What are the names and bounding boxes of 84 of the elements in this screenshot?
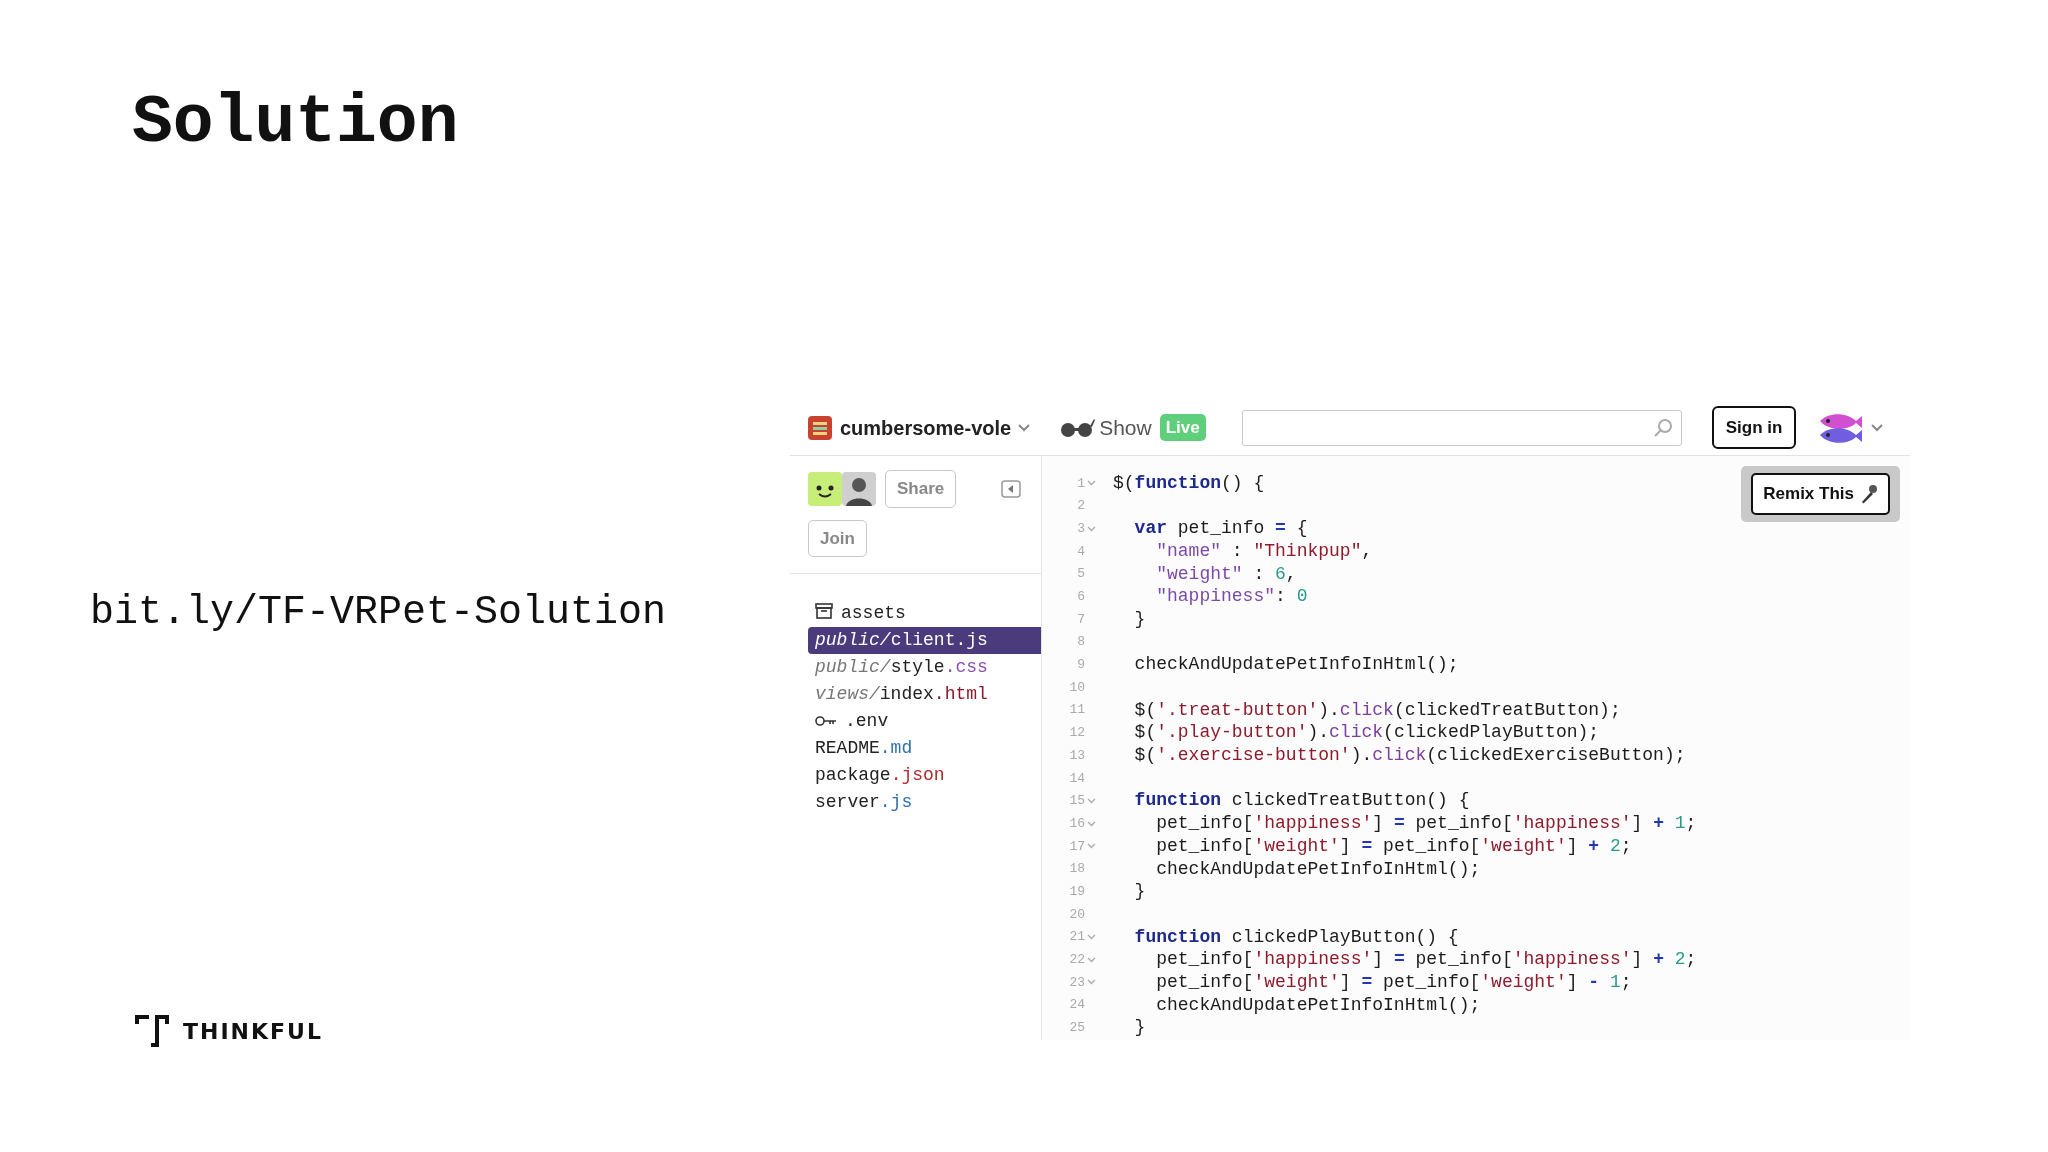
key-icon [815, 715, 837, 727]
code-line: } [1133, 1016, 1146, 1040]
share-button[interactable]: Share [885, 470, 957, 508]
fold-icon[interactable] [1087, 979, 1096, 986]
code-line: } [1133, 880, 1146, 904]
show-label[interactable]: Show [1099, 411, 1152, 444]
fold-icon[interactable] [1087, 843, 1096, 850]
file-item[interactable]: views/index.html [808, 681, 1041, 708]
collapse-icon[interactable] [1001, 479, 1021, 498]
code-line: $(function() { [1113, 471, 1265, 495]
search-field[interactable] [1241, 409, 1682, 446]
line-number: 16 [1068, 814, 1085, 833]
code-line: function clickedPlayButton() { [1133, 925, 1459, 949]
logo-icon [133, 1012, 171, 1050]
line-number: 19 [1068, 882, 1085, 901]
code-line: "name" : "Thinkpup", [1155, 539, 1373, 563]
fold-icon[interactable] [1087, 480, 1096, 487]
line-number: 20 [1068, 905, 1085, 924]
file-item[interactable]: server.js [808, 789, 1041, 816]
line-number: 15 [1068, 792, 1085, 811]
line-number: 18 [1068, 860, 1085, 879]
line-number: 5 [1076, 565, 1085, 584]
brand-name: THINKFUL [183, 1017, 323, 1046]
line-number: 11 [1068, 701, 1085, 720]
file-item[interactable]: public/style.css [808, 654, 1041, 681]
code-line: pet_info['happiness'] = pet_info['happiness'] + 2; [1155, 948, 1697, 972]
remix-button[interactable]: Remix This [1751, 473, 1890, 515]
code-line: checkAndUpdatePetInfoInHtml(); [1155, 993, 1481, 1017]
line-number: 1 [1076, 474, 1085, 493]
project-name[interactable]: cumbersome-vole [840, 412, 1012, 443]
code-line: $('.exercise-button').click(clickedExerciseButton); [1133, 744, 1686, 768]
code-line: pet_info['weight'] = pet_info['weight'] + 2; [1155, 834, 1632, 858]
microphone-icon [1860, 483, 1878, 504]
file-item[interactable]: package.json [808, 762, 1041, 789]
chevron-icon[interactable] [1870, 422, 1885, 433]
file-item[interactable]: assets [808, 600, 1041, 627]
code-line: $('.play-button').click(clickedPlayButton); [1133, 721, 1600, 745]
user-avatar-icon [842, 471, 876, 506]
fold-icon[interactable] [1087, 525, 1096, 532]
code-line: "happiness": 0 [1155, 585, 1308, 609]
avatar-icon [808, 471, 842, 506]
line-number: 17 [1068, 837, 1085, 856]
line-number: 14 [1068, 769, 1085, 788]
line-number: 23 [1068, 973, 1085, 992]
line-number: 24 [1068, 996, 1085, 1015]
fold-icon[interactable] [1087, 820, 1096, 827]
code-line: pet_info['weight'] = pet_info['weight'] - 1; [1155, 970, 1632, 994]
line-number: 2 [1076, 497, 1085, 516]
file-item[interactable]: README.md [808, 735, 1041, 762]
line-number: 21 [1068, 928, 1085, 947]
file-item[interactable]: public/client.js [808, 627, 1041, 654]
code-line: $('.treat-button').click(clickedTreatButton); [1133, 698, 1621, 722]
line-number: 13 [1068, 746, 1085, 765]
line-number: 10 [1068, 678, 1085, 697]
line-number: 7 [1076, 610, 1085, 629]
fold-icon[interactable] [1087, 797, 1096, 804]
line-number: 22 [1068, 951, 1085, 970]
code-line: pet_info['happiness'] = pet_info['happiness'] + 1; [1155, 812, 1697, 836]
live-badge: Live [1159, 413, 1206, 442]
line-number: 4 [1076, 542, 1085, 561]
code-line: checkAndUpdatePetInfoInHtml(); [1133, 653, 1459, 677]
chevron-icon[interactable] [1017, 422, 1032, 433]
line-number: 8 [1076, 633, 1085, 652]
project-icon [808, 415, 832, 440]
search-icon [1652, 417, 1673, 438]
box-icon [815, 603, 833, 619]
code-line: } [1133, 607, 1146, 631]
code-line: function clickedTreatButton() { [1133, 789, 1470, 813]
line-number: 25 [1068, 1019, 1085, 1038]
line-number: 9 [1076, 656, 1085, 675]
line-number: 6 [1076, 588, 1085, 607]
code-line: var pet_info = { [1133, 517, 1308, 541]
code-line: "weight" : 6, [1155, 562, 1297, 586]
sign-in-button[interactable]: Sign in [1711, 405, 1797, 450]
fold-icon[interactable] [1087, 934, 1096, 941]
line-number: 3 [1076, 519, 1085, 538]
file-item[interactable]: .env [808, 708, 1041, 735]
glasses-icon [1059, 417, 1096, 438]
fold-icon[interactable] [1087, 956, 1096, 963]
line-number: 12 [1068, 724, 1085, 743]
join-button[interactable]: Join [808, 519, 867, 557]
code-line: checkAndUpdatePetInfoInHtml(); [1155, 857, 1481, 881]
slide-title: Solution [131, 83, 460, 163]
link-text: bit.ly/TF-VRPet-Solution [90, 589, 667, 637]
